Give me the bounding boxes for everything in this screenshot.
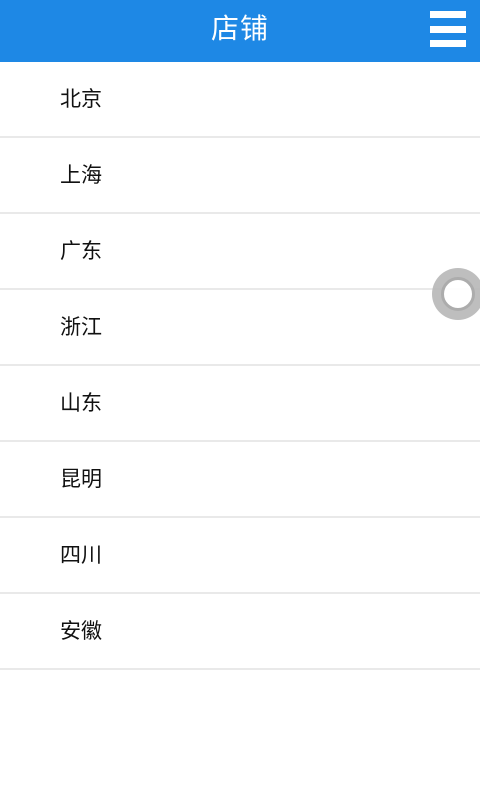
- list-item-kunming[interactable]: 昆明: [0, 442, 480, 518]
- list-item-sichuan[interactable]: 四川: [0, 518, 480, 594]
- province-list: 北京 上海 广东 浙江 山东 昆明 四川 安徽: [0, 62, 480, 670]
- list-item-label: 安徽: [60, 619, 102, 643]
- list-item-shanghai[interactable]: 上海: [0, 138, 480, 214]
- hamburger-menu-icon: [430, 25, 466, 33]
- list-item-label: 北京: [60, 87, 102, 111]
- list-item-label: 昆明: [60, 467, 102, 491]
- list-item-label: 四川: [60, 543, 102, 567]
- list-item-shandong[interactable]: 山东: [0, 366, 480, 442]
- menu-button[interactable]: [430, 11, 466, 47]
- list-item-label: 山东: [60, 391, 102, 415]
- list-item-anhui[interactable]: 安徽: [0, 594, 480, 670]
- list-item-label: 上海: [60, 163, 102, 187]
- list-item-beijing[interactable]: 北京: [0, 62, 480, 138]
- page-title: 店铺: [210, 12, 269, 45]
- list-item-label: 浙江: [60, 315, 102, 339]
- hamburger-menu-icon: [430, 40, 466, 47]
- assistive-touch-button[interactable]: [432, 268, 480, 320]
- app-bar: 店铺: [0, 0, 480, 62]
- list-item-label: 广东: [60, 239, 102, 263]
- list-item-guangdong[interactable]: 广东: [0, 214, 480, 290]
- list-item-zhejiang[interactable]: 浙江: [0, 290, 480, 366]
- hamburger-menu-icon: [430, 11, 466, 18]
- assistive-touch-icon: [441, 277, 475, 311]
